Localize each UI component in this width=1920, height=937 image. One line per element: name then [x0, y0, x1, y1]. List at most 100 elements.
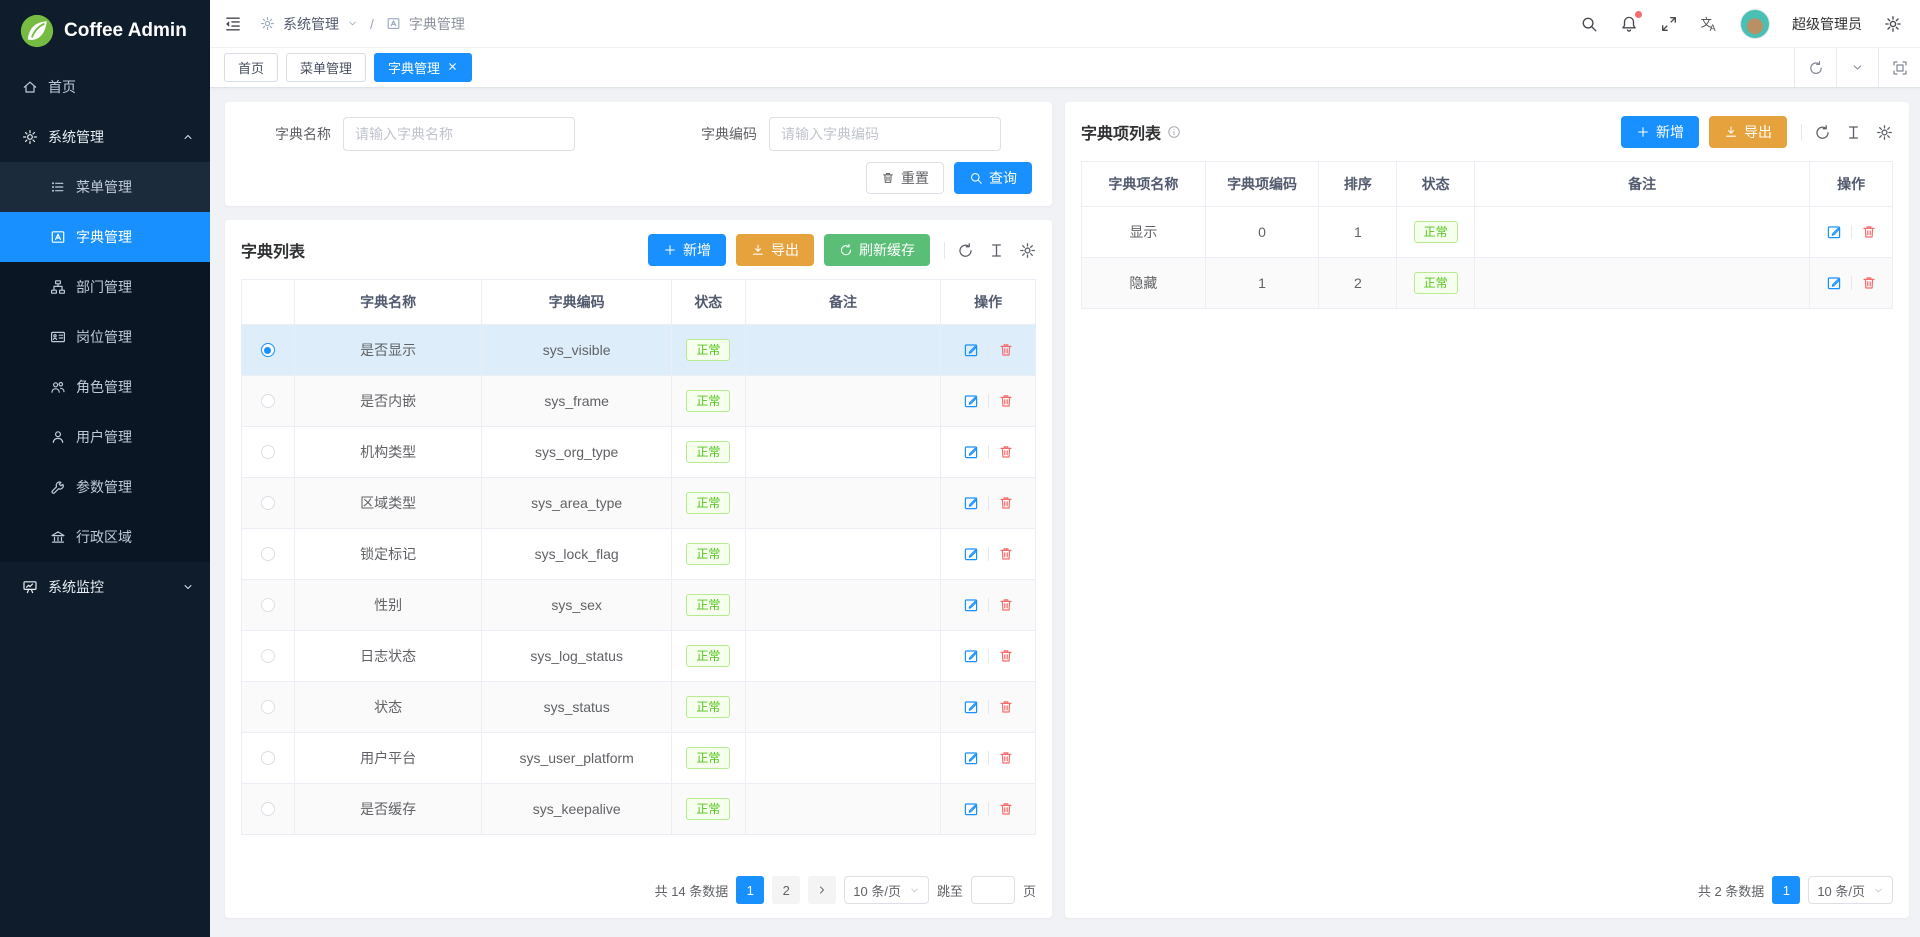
row-radio[interactable] [261, 445, 275, 459]
sidebar-item-param-management[interactable]: 参数管理 [0, 462, 210, 512]
row-radio-checked[interactable] [261, 343, 275, 357]
sidebar-item-user-management[interactable]: 用户管理 [0, 412, 210, 462]
page-size-value: 10 条/页 [1817, 881, 1865, 900]
edit-icon[interactable] [963, 699, 979, 715]
edit-icon[interactable] [963, 495, 979, 511]
row-radio[interactable] [261, 598, 275, 612]
delete-icon[interactable] [998, 699, 1014, 715]
search-icon[interactable] [1580, 15, 1598, 33]
table-row[interactable]: 机构类型 sys_org_type 正常 [242, 427, 1035, 478]
row-radio[interactable] [261, 496, 275, 510]
breadcrumb-level1[interactable]: 系统管理 [283, 14, 339, 34]
delete-icon[interactable] [998, 342, 1014, 358]
info-icon[interactable] [1167, 125, 1181, 139]
edit-icon[interactable] [963, 393, 979, 409]
edit-icon[interactable] [963, 648, 979, 664]
edit-icon[interactable] [963, 801, 979, 817]
sidebar-item-home[interactable]: 首页 [0, 62, 210, 112]
sidebar-item-system-monitor[interactable]: 系统监控 [0, 562, 210, 612]
delete-icon[interactable] [998, 597, 1014, 613]
dict-add-button[interactable]: 新增 [648, 234, 726, 266]
settings-gear-icon[interactable] [1884, 15, 1902, 33]
refresh-cache-button[interactable]: 刷新缓存 [824, 234, 930, 266]
reset-button[interactable]: 重置 [866, 162, 944, 194]
table-row[interactable]: 用户平台 sys_user_platform 正常 [242, 733, 1035, 784]
edit-icon[interactable] [963, 546, 979, 562]
delete-icon[interactable] [1861, 224, 1877, 240]
delete-icon[interactable] [1861, 275, 1877, 291]
notifications-button[interactable] [1620, 15, 1638, 33]
row-height-icon[interactable] [1845, 124, 1862, 141]
delete-icon[interactable] [998, 444, 1014, 460]
chevron-down-icon [1873, 885, 1884, 896]
chevron-down-icon[interactable] [347, 18, 358, 29]
edit-icon[interactable] [963, 342, 979, 358]
sidebar-item-dept-management[interactable]: 部门管理 [0, 262, 210, 312]
page-size-select[interactable]: 10 条/页 [1808, 876, 1893, 904]
sidebar-item-menu-management[interactable]: 菜单管理 [0, 162, 210, 212]
page-button-1[interactable]: 1 [736, 876, 764, 904]
collapse-sidebar-icon[interactable] [224, 15, 242, 33]
table-row[interactable]: 锁定标记 sys_lock_flag 正常 [242, 529, 1035, 580]
row-radio[interactable] [261, 649, 275, 663]
jump-page-input[interactable] [971, 876, 1015, 904]
refresh-table-icon[interactable] [957, 242, 974, 259]
table-row[interactable]: 隐藏 1 2 正常 [1082, 258, 1892, 309]
sidebar-item-admin-region[interactable]: 行政区域 [0, 512, 210, 562]
delete-icon[interactable] [998, 393, 1014, 409]
translate-icon[interactable] [1700, 15, 1718, 33]
delete-icon[interactable] [998, 801, 1014, 817]
edit-icon[interactable] [1826, 275, 1842, 291]
tab-options-button[interactable] [1836, 48, 1878, 87]
tab-close-button[interactable] [447, 60, 458, 75]
fullscreen-icon[interactable] [1660, 15, 1678, 33]
page-button-1[interactable]: 1 [1772, 876, 1800, 904]
dict-name-input[interactable] [343, 117, 575, 151]
username[interactable]: 超级管理员 [1792, 14, 1862, 34]
table-row[interactable]: 区域类型 sys_area_type 正常 [242, 478, 1035, 529]
maximize-content-button[interactable] [1878, 48, 1920, 87]
delete-icon[interactable] [998, 750, 1014, 766]
avatar[interactable] [1740, 9, 1770, 39]
delete-icon[interactable] [998, 648, 1014, 664]
tab-home[interactable]: 首页 [224, 53, 278, 82]
refresh-table-icon[interactable] [1814, 124, 1831, 141]
edit-icon[interactable] [963, 444, 979, 460]
sidebar-item-role-management[interactable]: 角色管理 [0, 362, 210, 412]
table-row[interactable]: 是否显示 sys_visible 正常 [242, 325, 1035, 376]
row-height-icon[interactable] [988, 242, 1005, 259]
table-row[interactable]: 性别 sys_sex 正常 [242, 580, 1035, 631]
row-radio[interactable] [261, 394, 275, 408]
table-row[interactable]: 是否内嵌 sys_frame 正常 [242, 376, 1035, 427]
row-radio[interactable] [261, 700, 275, 714]
item-export-button[interactable]: 导出 [1709, 116, 1787, 148]
table-row[interactable]: 显示 0 1 正常 [1082, 207, 1892, 258]
delete-icon[interactable] [998, 546, 1014, 562]
next-page-button[interactable] [808, 876, 836, 904]
sidebar-item-system-management[interactable]: 系统管理 [0, 112, 210, 162]
delete-icon[interactable] [998, 495, 1014, 511]
table-row[interactable]: 日志状态 sys_log_status 正常 [242, 631, 1035, 682]
row-radio[interactable] [261, 547, 275, 561]
tab-dict-management[interactable]: 字典管理 [374, 53, 472, 82]
search-button[interactable]: 查询 [954, 162, 1032, 194]
edit-icon[interactable] [963, 597, 979, 613]
app-logo[interactable]: Coffee Admin [0, 0, 210, 62]
column-settings-gear-icon[interactable] [1876, 124, 1893, 141]
tab-menu-management[interactable]: 菜单管理 [286, 53, 366, 82]
item-add-button[interactable]: 新增 [1621, 116, 1699, 148]
edit-icon[interactable] [963, 750, 979, 766]
dict-code-input[interactable] [769, 117, 1001, 151]
table-row[interactable]: 状态 sys_status 正常 [242, 682, 1035, 733]
page-size-select[interactable]: 10 条/页 [844, 876, 929, 904]
sidebar-item-dict-management[interactable]: 字典管理 [0, 212, 210, 262]
column-settings-gear-icon[interactable] [1019, 242, 1036, 259]
edit-icon[interactable] [1826, 224, 1842, 240]
page-button-2[interactable]: 2 [772, 876, 800, 904]
sidebar-item-post-management[interactable]: 岗位管理 [0, 312, 210, 362]
row-radio[interactable] [261, 802, 275, 816]
table-row[interactable]: 是否缓存 sys_keepalive 正常 [242, 784, 1035, 835]
dict-export-button[interactable]: 导出 [736, 234, 814, 266]
refresh-page-button[interactable] [1794, 48, 1836, 87]
row-radio[interactable] [261, 751, 275, 765]
